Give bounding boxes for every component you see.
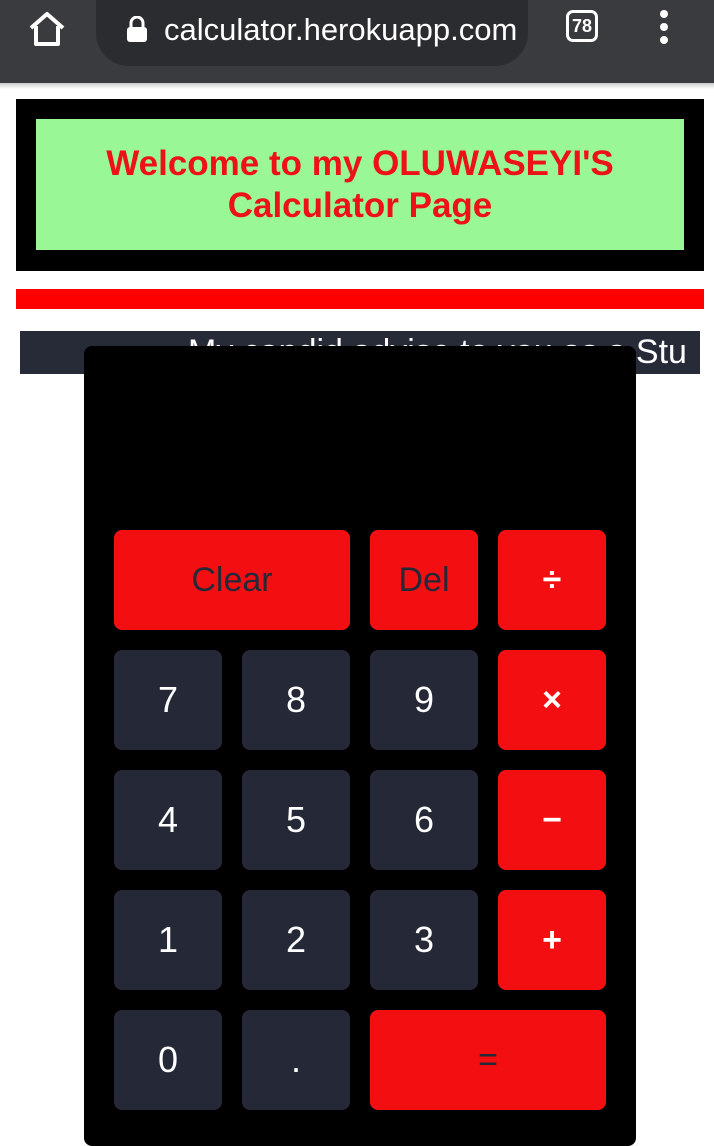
decimal-point-button[interactable]: . — [242, 1010, 350, 1110]
lock-icon — [127, 16, 147, 42]
digit-6-button[interactable]: 6 — [370, 770, 478, 870]
delete-button[interactable]: Del — [370, 530, 478, 630]
divide-button[interactable]: ÷ — [498, 530, 606, 630]
digit-7-button[interactable]: 7 — [114, 650, 222, 750]
url-text[interactable]: calculator.herokuapp.com — [164, 10, 519, 50]
toolbar-shadow — [0, 83, 714, 89]
digit-2-button[interactable]: 2 — [242, 890, 350, 990]
digit-0-button[interactable]: 0 — [114, 1010, 222, 1110]
multiply-button[interactable]: × — [498, 650, 606, 750]
digit-5-button[interactable]: 5 — [242, 770, 350, 870]
page-title: Welcome to my OLUWASEYI'S Calculator Pag… — [106, 144, 614, 225]
digit-4-button[interactable]: 4 — [114, 770, 222, 870]
calculator-display — [114, 370, 606, 510]
digit-1-button[interactable]: 1 — [114, 890, 222, 990]
clear-button[interactable]: Clear — [114, 530, 350, 630]
digit-8-button[interactable]: 8 — [242, 650, 350, 750]
add-button[interactable]: + — [498, 890, 606, 990]
equals-button[interactable]: = — [370, 1010, 606, 1110]
home-icon[interactable] — [27, 9, 67, 49]
digit-3-button[interactable]: 3 — [370, 890, 478, 990]
digit-9-button[interactable]: 9 — [370, 650, 478, 750]
subtract-button[interactable]: − — [498, 770, 606, 870]
tab-switcher-button[interactable]: 78 — [566, 10, 598, 42]
more-options-icon[interactable] — [656, 10, 672, 46]
divider-bar — [16, 289, 704, 309]
